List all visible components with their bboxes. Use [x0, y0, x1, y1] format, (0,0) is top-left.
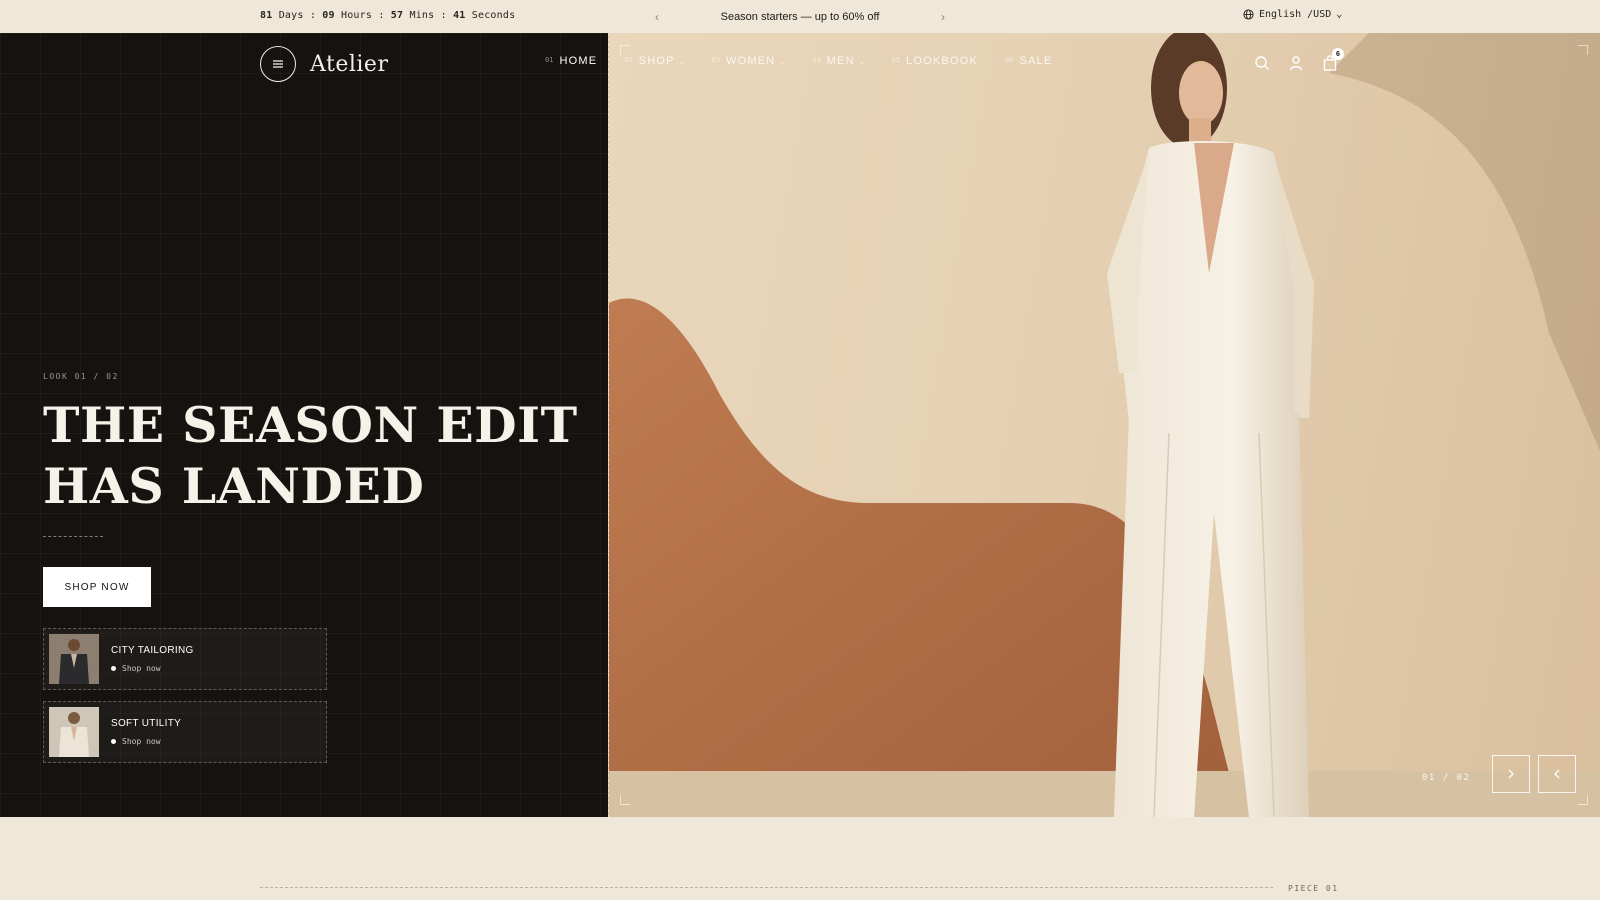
countdown-timer: 81 Days : 09 Hours : 57 Mins : 41 Second… — [260, 10, 515, 21]
nav-number: 06 — [1005, 56, 1014, 64]
category-shop-label: Shop now — [122, 664, 161, 673]
hero-photo-illustration — [609, 33, 1600, 817]
category-shop-label: Shop now — [122, 737, 161, 746]
countdown-days-label: Days — [278, 10, 304, 21]
chevron-down-icon: ⌄ — [779, 59, 786, 66]
category-text: CITY TAILORING Shop now — [111, 645, 194, 673]
frame-corner — [620, 795, 630, 805]
countdown-hours-label: Hours — [340, 10, 373, 21]
promo-prev-arrow[interactable]: ‹ — [650, 10, 664, 24]
hamburger-icon — [273, 60, 283, 68]
category-card-soft-utility[interactable]: SOFT UTILITY Shop now — [43, 701, 327, 763]
main-navigation: 01 HOME 02 SHOP ⌄ 03 WOMEN ⌄ 04 MEN ⌄ 05… — [545, 55, 1079, 67]
category-title: SOFT UTILITY — [111, 718, 182, 729]
nav-number: 03 — [711, 56, 720, 64]
promo-carousel: ‹ Season starters — up to 60% off › — [650, 0, 950, 33]
account-button[interactable] — [1288, 55, 1304, 71]
section-divider — [260, 887, 1273, 888]
brand-logo[interactable]: Atelier — [310, 52, 388, 77]
countdown-separator: : — [309, 10, 317, 21]
slide-counter: 01 / 02 — [1422, 773, 1471, 783]
category-shop-link[interactable]: Shop now — [111, 737, 181, 746]
nav-number: 05 — [891, 56, 901, 64]
brand-header: Atelier — [260, 46, 388, 82]
user-icon — [1289, 56, 1303, 71]
nav-number: 04 — [812, 56, 821, 64]
category-card-city-tailoring[interactable]: CITY TAILORING Shop now — [43, 628, 327, 690]
nav-item-shop[interactable]: 02 SHOP ⌄ — [624, 55, 684, 67]
category-shop-link[interactable]: Shop now — [111, 664, 194, 673]
frame-corner — [620, 45, 630, 55]
nav-label: LOOKBOOK — [906, 55, 978, 67]
frame-corner — [1578, 45, 1588, 55]
look-counter: LOOK 01 / 02 — [43, 372, 119, 381]
search-icon — [1255, 56, 1269, 70]
divider — [43, 536, 103, 537]
search-button[interactable] — [1254, 55, 1270, 71]
hero-headline: THE SEASON EDIT HAS LANDED — [43, 395, 583, 517]
bullet-dot-icon — [111, 739, 116, 744]
nav-item-lookbook[interactable]: 05 LOOKBOOK — [892, 55, 978, 67]
countdown-seconds: 41 — [453, 10, 466, 21]
bullet-dot-icon — [111, 666, 116, 671]
locale-selector[interactable]: English /USD ⌄ — [1243, 9, 1342, 20]
menu-button[interactable] — [260, 46, 296, 82]
countdown-mins: 57 — [390, 10, 404, 21]
chevron-down-icon: ⌄ — [678, 59, 685, 66]
nav-item-sale[interactable]: 06 SALE — [1005, 55, 1052, 67]
nav-number: 02 — [624, 56, 633, 64]
countdown-mins-label: Mins — [409, 10, 435, 21]
announcement-bar: 81 Days : 09 Hours : 57 Mins : 41 Second… — [0, 0, 1600, 33]
section-label: PIECE 01 — [1288, 884, 1339, 893]
countdown-hours: 09 — [322, 10, 335, 21]
category-text: SOFT UTILITY Shop now — [111, 718, 181, 746]
promo-next-arrow[interactable]: › — [936, 10, 950, 24]
category-thumbnail — [49, 707, 99, 757]
nav-label: MEN — [826, 55, 855, 67]
chevron-down-icon: ⌄ — [1336, 9, 1343, 20]
nav-label: HOME — [559, 55, 598, 67]
category-thumbnail — [49, 634, 99, 684]
frame-corner — [1578, 795, 1588, 805]
countdown-separator: : — [440, 10, 447, 21]
chevron-right-icon — [1508, 769, 1514, 779]
countdown-days: 81 — [260, 10, 273, 21]
header-actions: 6 — [1254, 48, 1344, 71]
cart-button[interactable]: 6 — [1322, 48, 1344, 71]
nav-item-women[interactable]: 03 WOMEN ⌄ — [712, 55, 786, 67]
nav-item-men[interactable]: 04 MEN ⌄ — [812, 55, 864, 67]
countdown-separator: : — [378, 10, 385, 21]
shop-now-button[interactable]: SHOP NOW — [43, 567, 151, 607]
cart-count-badge: 6 — [1332, 48, 1344, 60]
nav-number: 01 — [545, 56, 554, 64]
nav-label: SALE — [1019, 55, 1053, 67]
headline-line-2: HAS LANDED — [43, 457, 425, 515]
nav-label: WOMEN — [725, 55, 776, 67]
hero-section: LOOK 01 / 02 THE SEASON EDIT HAS LANDED … — [0, 33, 1600, 817]
countdown-seconds-label: Seconds — [471, 10, 516, 21]
chevron-left-icon — [1554, 769, 1560, 779]
globe-icon — [1243, 9, 1254, 20]
promo-message: Season starters — up to 60% off — [720, 10, 880, 23]
nav-label: SHOP — [638, 55, 675, 67]
headline-line-1: THE SEASON EDIT — [43, 396, 578, 454]
category-title: CITY TAILORING — [111, 645, 194, 656]
slide-prev-button[interactable] — [1538, 755, 1576, 793]
locale-label: English /USD — [1259, 9, 1332, 20]
chevron-down-icon: ⌄ — [858, 59, 865, 66]
slide-next-button[interactable] — [1492, 755, 1530, 793]
nav-item-home[interactable]: 01 HOME — [545, 55, 597, 67]
hero-image — [608, 33, 1600, 817]
